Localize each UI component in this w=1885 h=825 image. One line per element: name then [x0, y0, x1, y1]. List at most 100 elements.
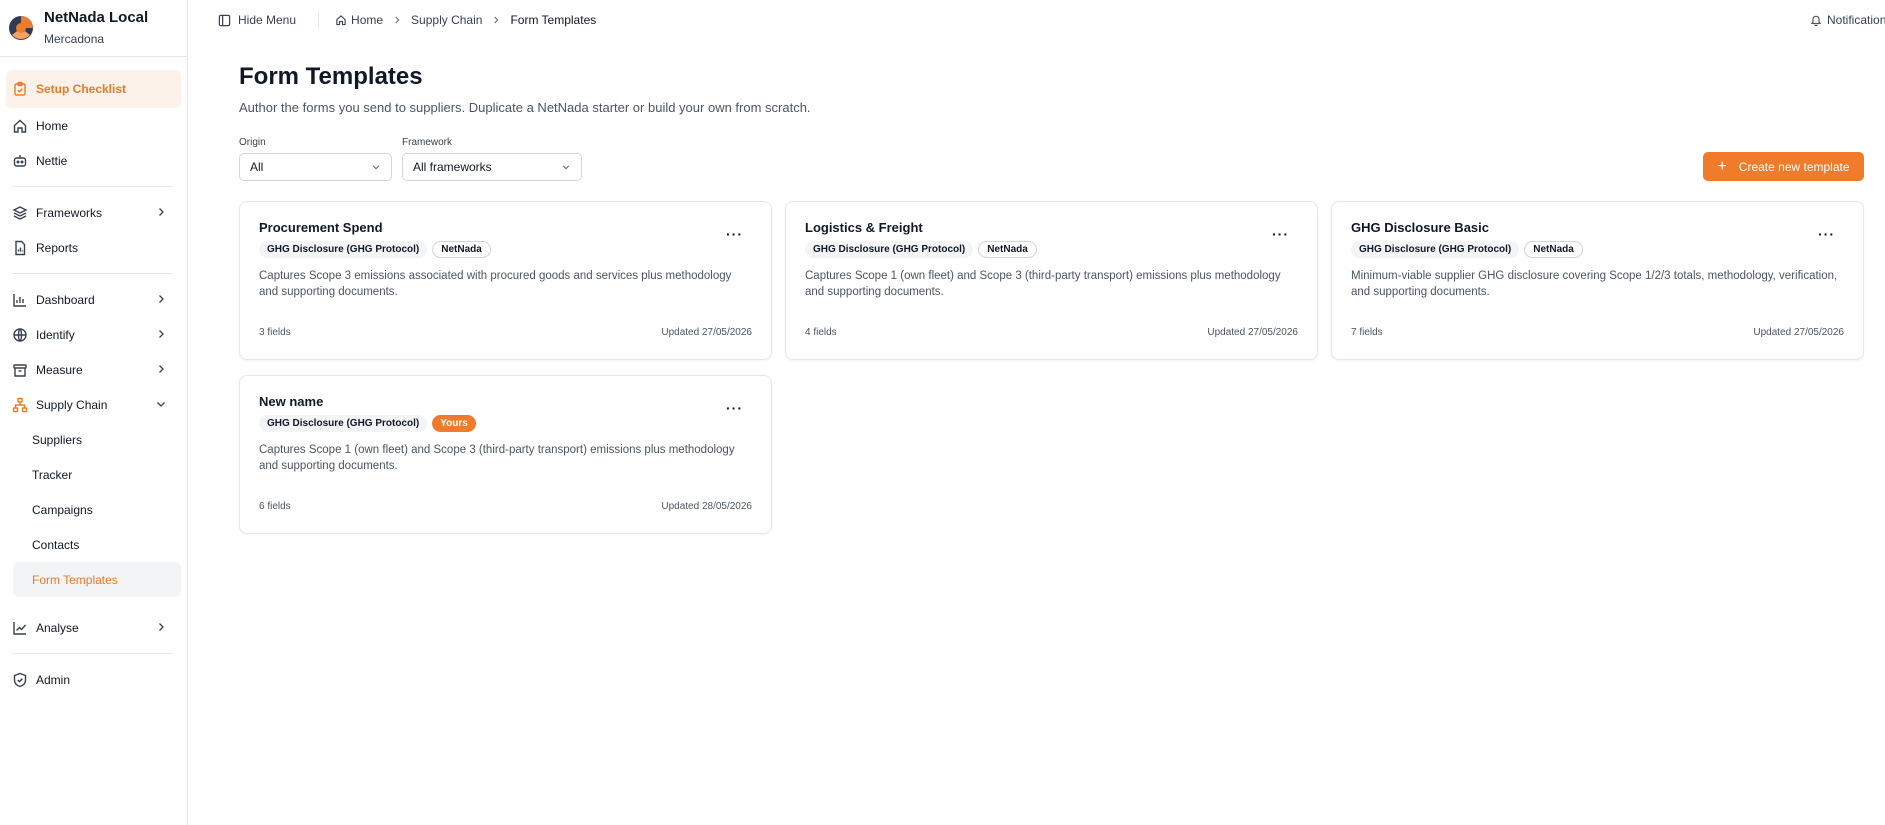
chevron-right-icon [159, 330, 164, 338]
sidebar-subitem-contacts[interactable]: Contacts [13, 527, 181, 562]
globe-icon [13, 327, 27, 342]
breadcrumb-supply-chain[interactable]: Supply Chain [411, 13, 482, 27]
network-icon [12, 397, 28, 412]
more-options-icon[interactable]: ··· [1818, 226, 1835, 242]
create-button-label: Create new template [1738, 159, 1850, 174]
template-card[interactable]: Procurement Spend ··· GHG Disclosure (GH… [239, 201, 772, 360]
template-card-tags: GHG Disclosure (GHG Protocol) NetNada [805, 241, 1298, 258]
template-card-footer: 3 fields Updated 27/05/2026 [259, 327, 752, 338]
nav-divider [12, 653, 173, 654]
sidebar: NetNada Local Mercadona Setup Checklist … [0, 0, 188, 825]
sidebar-subitem-form-templates[interactable]: Form Templates [13, 562, 181, 597]
template-card-title: Logistics & Freight [805, 220, 923, 235]
nav-divider [12, 273, 173, 274]
template-card-description: Captures Scope 3 emissions associated wi… [259, 270, 732, 298]
sidebar-item-reports[interactable]: Reports [6, 230, 181, 265]
create-new-template-button[interactable]: + Create new template [1703, 152, 1864, 181]
top-bar: Hide Menu Home Supply Chain Form Templat… [188, 0, 1885, 40]
chevron-down-icon [157, 402, 165, 407]
framework-select-value: All frameworks [413, 160, 492, 174]
sidebar-item-label: Setup Checklist [36, 82, 127, 96]
sidebar-item-label: Identify [36, 327, 75, 342]
origin-filter-label: Origin [239, 137, 266, 148]
template-grid: Procurement Spend ··· GHG Disclosure (GH… [239, 201, 1864, 534]
framework-filter-label: Framework [402, 137, 453, 148]
sidebar-item-label: Supply Chain [36, 397, 108, 412]
template-card-tags: GHG Disclosure (GHG Protocol) NetNada [1351, 241, 1844, 258]
sidebar-item-label: Nettie [36, 153, 68, 168]
sidebar-item-supply-chain[interactable]: Supply Chain [6, 387, 181, 422]
chevron-right-icon [159, 623, 164, 631]
sidebar-item-label: Reports [36, 240, 79, 255]
sidebar-item-label: Home [36, 118, 69, 133]
page-title: Form Templates [239, 63, 423, 90]
hide-menu-button[interactable]: Hide Menu [218, 13, 296, 27]
sidebar-subitem-tracker[interactable]: Tracker [13, 457, 181, 492]
framework-filter: Framework All frameworks [402, 137, 582, 181]
sidebar-item-measure[interactable]: Measure [6, 352, 181, 387]
template-card[interactable]: GHG Disclosure Basic ··· GHG Disclosure … [1331, 201, 1864, 360]
breadcrumb-separator [392, 15, 402, 25]
sidebar-subitem-suppliers[interactable]: Suppliers [13, 422, 181, 457]
framework-badge: GHG Disclosure (GHG Protocol) [259, 241, 428, 258]
framework-select[interactable]: All frameworks [402, 153, 582, 181]
origin-badge: NetNada [1524, 241, 1583, 258]
file-chart-icon [15, 240, 26, 255]
sidebar-item-dashboard[interactable]: Dashboard [6, 282, 181, 317]
shield-check-icon [13, 672, 27, 687]
more-options-icon[interactable]: ··· [726, 226, 743, 242]
template-card-footer: 6 fields Updated 28/05/2026 [259, 501, 752, 512]
nav-divider [12, 186, 173, 187]
clipboard-check-icon [14, 81, 26, 96]
sidebar-item-admin[interactable]: Admin [6, 662, 181, 697]
bar-chart-icon [13, 293, 26, 307]
updated-date: Updated 27/05/2026 [661, 327, 752, 338]
template-card-description: Captures Scope 1 (own fleet) and Scope 3… [259, 444, 735, 472]
origin-badge-yours: Yours [432, 415, 476, 432]
updated-date: Updated 27/05/2026 [1753, 327, 1844, 338]
field-count: 4 fields [805, 327, 837, 338]
more-options-icon[interactable]: ··· [1272, 226, 1289, 242]
field-count: 7 fields [1351, 327, 1383, 338]
sidebar-item-label: Admin [36, 672, 71, 687]
breadcrumb-current: Form Templates [510, 13, 597, 27]
framework-badge: GHG Disclosure (GHG Protocol) [1351, 241, 1520, 258]
netnada-logo-icon [9, 16, 33, 40]
brand-name: NetNada Local [44, 9, 149, 26]
origin-select-value: All [250, 160, 264, 174]
updated-date: Updated 27/05/2026 [1207, 327, 1298, 338]
origin-filter: Origin All [239, 137, 392, 181]
plus-icon: + [1717, 157, 1727, 175]
brand-org: Mercadona [44, 32, 105, 46]
breadcrumb-separator [491, 15, 501, 25]
sidebar-nav: Setup Checklist Home Nettie Frameworks R… [0, 57, 187, 697]
page-content: Form Templates Author the forms you send… [188, 40, 1885, 534]
layers-icon [12, 205, 28, 220]
hide-menu-label: Hide Menu [238, 13, 297, 27]
sidebar-item-home[interactable]: Home [6, 108, 181, 143]
sidebar-item-analyse[interactable]: Analyse [6, 610, 181, 645]
sidebar-item-identify[interactable]: Identify [6, 317, 181, 352]
sidebar-item-setup-checklist[interactable]: Setup Checklist [6, 70, 181, 108]
archive-icon [13, 363, 27, 377]
breadcrumb-label: Home [351, 13, 384, 27]
brand-header[interactable]: NetNada Local Mercadona [0, 0, 187, 57]
template-card-title: Procurement Spend [259, 220, 383, 235]
breadcrumb-home[interactable]: Home [335, 13, 383, 27]
main-area: Hide Menu Home Supply Chain Form Templat… [188, 0, 1885, 825]
sidebar-item-label: Analyse [36, 620, 79, 635]
sidebar-item-nettie[interactable]: Nettie [6, 143, 181, 178]
home-icon [13, 119, 27, 133]
notifications-button[interactable]: Notifications [1810, 13, 1885, 27]
more-options-icon[interactable]: ··· [726, 400, 743, 416]
template-card[interactable]: Logistics & Freight ··· GHG Disclosure (… [785, 201, 1318, 360]
chevron-down-icon [372, 165, 380, 170]
template-card[interactable]: New name ··· GHG Disclosure (GHG Protoco… [239, 375, 772, 534]
sidebar-item-frameworks[interactable]: Frameworks [6, 195, 181, 230]
template-card-title: GHG Disclosure Basic [1351, 220, 1489, 235]
origin-select[interactable]: All [239, 153, 392, 181]
sidebar-item-label: Frameworks [36, 205, 103, 220]
sidebar-subitem-campaigns[interactable]: Campaigns [13, 492, 181, 527]
framework-badge: GHG Disclosure (GHG Protocol) [805, 241, 974, 258]
bot-icon [13, 154, 27, 167]
